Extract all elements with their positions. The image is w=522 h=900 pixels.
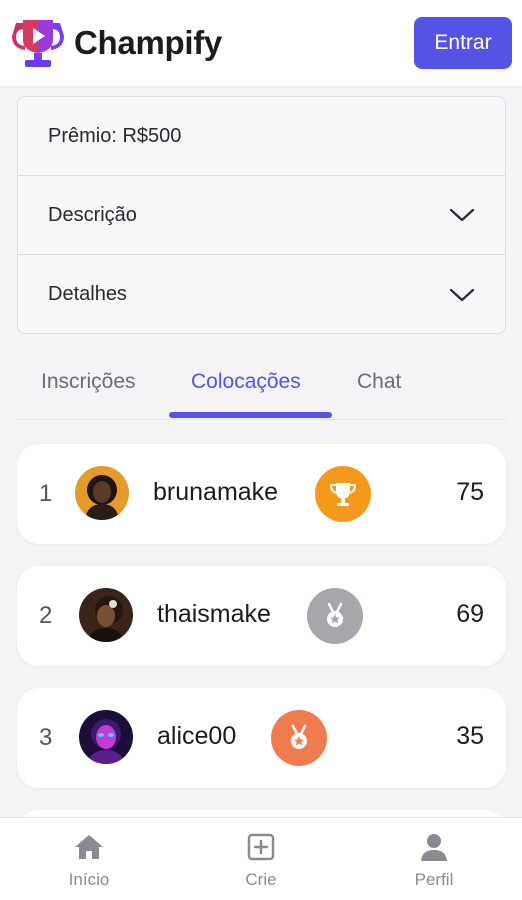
silver-medal-icon: [307, 588, 363, 644]
chevron-down-icon: [449, 208, 475, 222]
leaderboard-row[interactable]: 2 thaismake 69: [17, 566, 506, 666]
details-accordion[interactable]: Detalhes: [18, 255, 505, 333]
prize-text: Prêmio: R$500: [48, 124, 182, 147]
rank-position: 1: [39, 480, 53, 507]
tab-inscricoes[interactable]: Inscrições: [41, 370, 136, 420]
app-title: Champify: [74, 24, 222, 61]
rank-username: thaismake: [157, 600, 271, 628]
rank-score: 35: [456, 722, 484, 750]
chevron-down-icon: [449, 288, 475, 301]
rank-position: 2: [39, 602, 53, 629]
description-label: Descrição: [48, 203, 137, 226]
app-header: Champify Entrar: [0, 0, 522, 86]
rank-username: alice00: [157, 722, 237, 750]
avatar: [79, 588, 133, 642]
leaderboard-row[interactable]: 1 brunamake 75: [17, 444, 506, 544]
rank-username: brunamake: [153, 478, 279, 506]
brand[interactable]: Champify: [12, 17, 222, 69]
bottom-nav: Início Crie Perfil: [0, 817, 522, 900]
rank-score: 69: [456, 600, 484, 628]
leaderboard-row[interactable]: 3 alice00 35: [17, 688, 506, 788]
rank-position: 3: [39, 724, 53, 751]
avatar: [79, 710, 133, 764]
tab-bar: Inscrições Colocações Chat: [17, 352, 506, 420]
trophy-icon: [315, 466, 371, 522]
login-button[interactable]: Entrar: [414, 17, 512, 69]
bronze-medal-icon: [271, 710, 327, 766]
user-icon: [421, 834, 447, 861]
nav-label: Início: [68, 870, 110, 889]
nav-item-perfil[interactable]: Perfil: [394, 832, 474, 890]
nav-label: Crie: [245, 870, 277, 889]
prize-row: Prêmio: R$500: [18, 97, 505, 176]
nav-item-inicio[interactable]: Início: [49, 832, 129, 890]
home-icon: [75, 835, 103, 859]
rank-score: 75: [456, 478, 484, 506]
plus-square-icon: [247, 833, 275, 861]
tab-chat[interactable]: Chat: [357, 370, 401, 420]
trophy-play-logo-icon: [12, 20, 64, 67]
active-tab-indicator: [169, 412, 332, 418]
nav-item-crie[interactable]: Crie: [221, 832, 301, 890]
nav-label: Perfil: [414, 870, 454, 889]
description-accordion[interactable]: Descrição: [18, 176, 505, 255]
avatar: [75, 466, 129, 520]
details-label: Detalhes: [48, 283, 127, 305]
tournament-info-card: Prêmio: R$500 Descrição Detalhes: [17, 96, 506, 334]
